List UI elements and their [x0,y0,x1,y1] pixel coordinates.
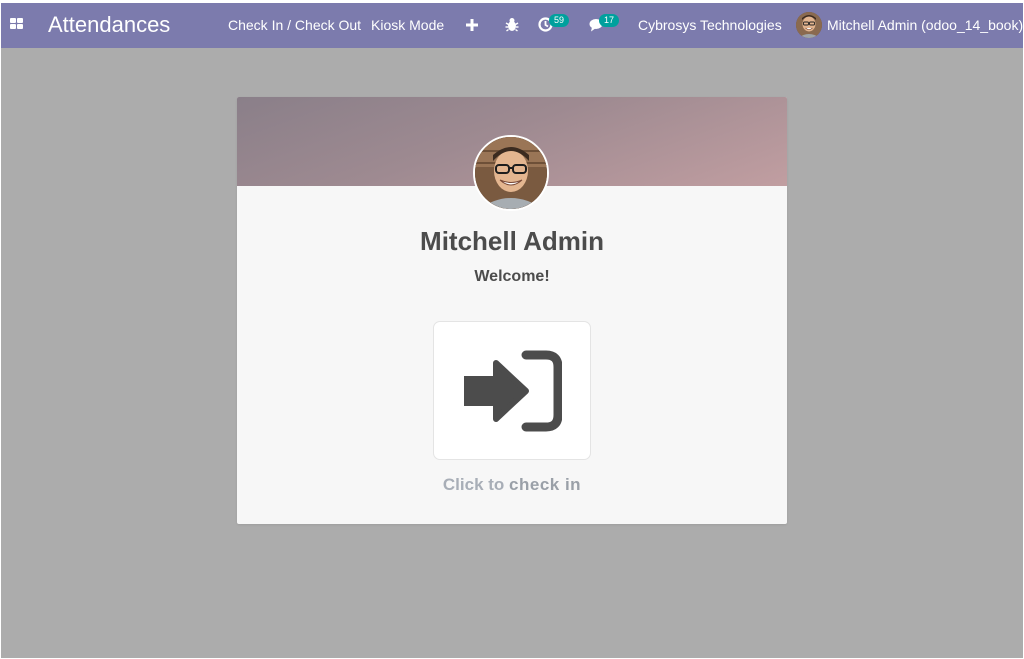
menu-check-in-check-out[interactable]: Check In / Check Out [228,17,361,34]
plus-icon[interactable] [466,19,478,31]
messages-count-badge: 17 [599,14,620,27]
check-in-caption: Click to check in [237,475,787,495]
app-title[interactable]: Attendances [48,12,170,38]
user-avatar[interactable] [796,12,822,38]
app-frame: Attendances Check In / Check Out Kiosk M… [1,3,1023,658]
employee-avatar [473,135,549,211]
caption-action: check in [509,475,582,494]
company-switcher[interactable]: Cybrosys Technologies [638,17,782,34]
attendance-card: Mitchell Admin Welcome! Click to check i… [237,97,787,524]
caption-prefix: Click to [442,475,510,494]
menu-kiosk-mode[interactable]: Kiosk Mode [371,17,444,34]
apps-grid-icon[interactable] [10,18,24,32]
sign-in-icon [464,350,562,432]
user-menu[interactable]: Mitchell Admin (odoo_14_book) [827,17,1023,34]
bug-icon[interactable] [505,17,519,32]
employee-name: Mitchell Admin [420,226,604,256]
check-in-button[interactable] [433,321,591,460]
activity-count-badge: 59 [549,14,570,27]
welcome-message: Welcome! [474,268,550,285]
top-navbar: Attendances Check In / Check Out Kiosk M… [1,3,1023,48]
